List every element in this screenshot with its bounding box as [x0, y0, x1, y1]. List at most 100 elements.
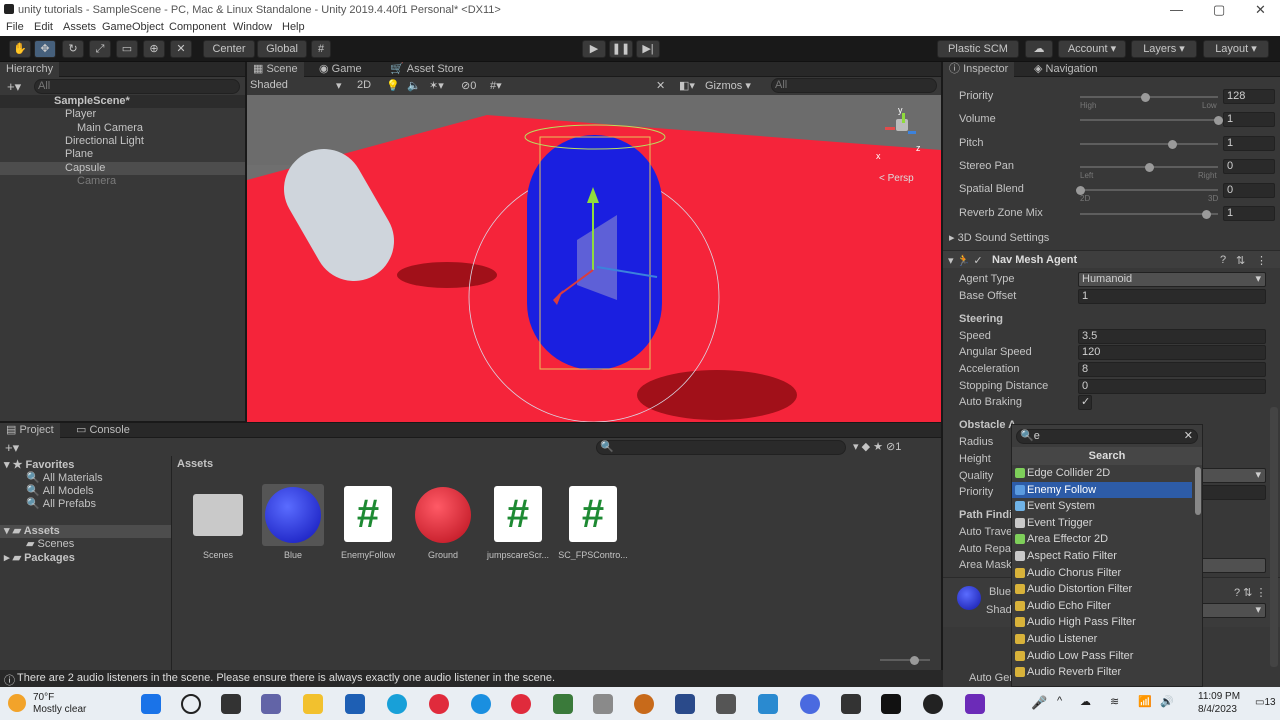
- gizmos-dropdown[interactable]: Gizmos ▾: [705, 79, 751, 92]
- component-item[interactable]: Audio Reverb Filter: [1012, 664, 1192, 681]
- clock-time[interactable]: 11:09 PM: [1198, 691, 1240, 702]
- hierarchy-item-camera[interactable]: Camera: [77, 175, 116, 188]
- edge-icon[interactable]: [387, 694, 407, 714]
- store-icon[interactable]: [345, 694, 365, 714]
- component-item[interactable]: Event Trigger: [1012, 515, 1192, 532]
- start-icon[interactable]: [141, 694, 161, 714]
- material-help-icon[interactable]: ? ⇅ ⋮: [1234, 586, 1266, 599]
- weather-temp[interactable]: 70°F: [33, 692, 54, 703]
- network-icon[interactable]: ≋: [1110, 695, 1119, 708]
- component-search-input[interactable]: 🔍e ✕: [1016, 429, 1198, 444]
- volume-icon[interactable]: 🔊: [1160, 695, 1174, 708]
- notepad-icon[interactable]: [553, 694, 573, 714]
- hierarchy-item-directional-light[interactable]: Directional Light: [65, 135, 144, 148]
- menu-help[interactable]: Help: [282, 21, 305, 33]
- filter-icons[interactable]: ▾ ◆ ★ ⊘1: [853, 440, 901, 453]
- tab-hierarchy[interactable]: Hierarchy: [0, 62, 60, 77]
- icon-size-slider[interactable]: [880, 656, 930, 665]
- project-search-input[interactable]: 🔍: [596, 440, 846, 455]
- stereo-pan-field[interactable]: 0: [1223, 159, 1275, 174]
- component-item[interactable]: Aspect Ratio Filter: [1012, 548, 1192, 565]
- component-menu-icon[interactable]: ⋮: [1256, 254, 1267, 267]
- priority-slider[interactable]: [1080, 93, 1218, 102]
- project-create-icon[interactable]: +▾: [5, 440, 19, 456]
- unity-editor-icon[interactable]: [881, 694, 901, 714]
- task-view-icon[interactable]: [221, 694, 241, 714]
- grid-snap-icon[interactable]: #: [311, 40, 331, 58]
- create-icon[interactable]: +▾: [7, 79, 21, 95]
- acceleration-field[interactable]: 8: [1078, 362, 1266, 377]
- opera-icon[interactable]: [429, 694, 449, 714]
- pivot-center-button[interactable]: Center: [203, 40, 255, 58]
- reader-icon[interactable]: [716, 694, 736, 714]
- pause-button[interactable]: ❚❚: [609, 40, 633, 58]
- snipping-icon[interactable]: [593, 694, 613, 714]
- base-offset-field[interactable]: 1: [1078, 289, 1266, 304]
- play-button[interactable]: ▶: [582, 40, 606, 58]
- component-item[interactable]: Audio Echo Filter: [1012, 598, 1192, 615]
- word-icon[interactable]: [675, 694, 695, 714]
- area-mask-dropdown[interactable]: [1201, 558, 1266, 573]
- tab-console[interactable]: ▭ Console: [70, 423, 136, 438]
- layout-dropdown[interactable]: Layout ▾: [1203, 40, 1269, 58]
- tools-icon[interactable]: ✕: [656, 79, 665, 92]
- hidden-count-icon[interactable]: ⊘0: [461, 79, 476, 92]
- component-item[interactable]: Area Effector 2D: [1012, 531, 1192, 548]
- spatial-blend-slider[interactable]: [1076, 186, 1218, 195]
- tray-chevron-icon[interactable]: ^: [1057, 695, 1062, 707]
- stopping-distance-field[interactable]: 0: [1078, 379, 1266, 394]
- component-item[interactable]: Enemy Follow: [1012, 481, 1192, 499]
- component-item[interactable]: Edge Collider 2D: [1012, 465, 1192, 482]
- layers-dropdown[interactable]: Layers ▾: [1131, 40, 1197, 58]
- hand-tool-icon[interactable]: ✋: [9, 40, 31, 58]
- nav-mesh-agent-header[interactable]: ▾ 🏃 ✓ Nav Mesh Agent ? ⇅ ⋮: [943, 250, 1280, 268]
- effects-icon[interactable]: ✶▾: [429, 79, 444, 92]
- reverb-zone-mix-slider[interactable]: [1080, 210, 1218, 219]
- hierarchy-item-plane[interactable]: Plane: [65, 148, 93, 161]
- tab-scene[interactable]: ▦ Scene: [247, 62, 304, 77]
- scenes-folder[interactable]: ▰ Scenes: [26, 538, 74, 551]
- menu-component[interactable]: Component: [169, 21, 226, 33]
- minimize-icon[interactable]: —: [1170, 2, 1183, 17]
- fav-all-materials[interactable]: 🔍 All Materials: [26, 472, 103, 485]
- wifi-icon[interactable]: 📶: [1138, 695, 1152, 708]
- microphone-icon[interactable]: 🎤: [1031, 695, 1047, 711]
- pivot-global-button[interactable]: Global: [257, 40, 307, 58]
- shader-dropdown[interactable]: ▾: [1201, 603, 1266, 618]
- custom-tool-icon[interactable]: ✕: [170, 40, 192, 58]
- clock-date[interactable]: 8/4/2023: [1198, 704, 1237, 715]
- tab-game[interactable]: ◉ Game: [313, 62, 368, 77]
- plastic-scm-button[interactable]: Plastic SCM: [937, 40, 1019, 58]
- auto-braking-checkbox[interactable]: ✓: [1078, 395, 1092, 410]
- obstacle-priority-field[interactable]: [1201, 485, 1266, 500]
- move-tool-icon[interactable]: ✥: [34, 40, 56, 58]
- angular-speed-field[interactable]: 120: [1078, 345, 1266, 360]
- menu-gameobject[interactable]: GameObject: [102, 21, 164, 33]
- project-breadcrumb[interactable]: Assets: [177, 458, 213, 470]
- tab-inspector[interactable]: ⓘ Inspector: [943, 62, 1015, 77]
- pitch-slider[interactable]: [1080, 140, 1218, 149]
- packages-folder[interactable]: ▸ ▰ Packages: [4, 552, 75, 565]
- notification-icon[interactable]: ▭13: [1255, 697, 1276, 708]
- scale-tool-icon[interactable]: ⤢: [89, 40, 111, 58]
- status-bar[interactable]: ⓘ There are 2 audio listeners in the sce…: [0, 670, 943, 687]
- component-item[interactable]: Audio Distortion Filter: [1012, 581, 1192, 598]
- stereo-pan-slider[interactable]: [1080, 163, 1218, 172]
- component-help-icon[interactable]: ?: [1220, 254, 1226, 266]
- lighting-icon[interactable]: 💡: [386, 79, 400, 92]
- volume-slider[interactable]: [1080, 116, 1223, 125]
- grid-icon[interactable]: #▾: [490, 79, 502, 92]
- search-icon[interactable]: [181, 694, 201, 714]
- toggle-2d-button[interactable]: 2D: [357, 79, 371, 91]
- tab-asset-store[interactable]: 🛒 Asset Store: [384, 62, 470, 77]
- speed-field[interactable]: 3.5: [1078, 329, 1266, 344]
- hierarchy-search-input[interactable]: All: [34, 79, 240, 94]
- inspector-scrollbar[interactable]: [1270, 407, 1278, 667]
- quality-dropdown[interactable]: ▾: [1201, 468, 1266, 483]
- maximize-icon[interactable]: ▢: [1213, 2, 1225, 18]
- shading-mode-dropdown[interactable]: Shaded ▾: [250, 79, 342, 92]
- file-explorer-icon[interactable]: [303, 694, 323, 714]
- component-item[interactable]: Audio Listener: [1012, 631, 1192, 648]
- orientation-gizmo[interactable]: y x z: [876, 105, 921, 161]
- audio-icon[interactable]: 🔈: [407, 79, 421, 92]
